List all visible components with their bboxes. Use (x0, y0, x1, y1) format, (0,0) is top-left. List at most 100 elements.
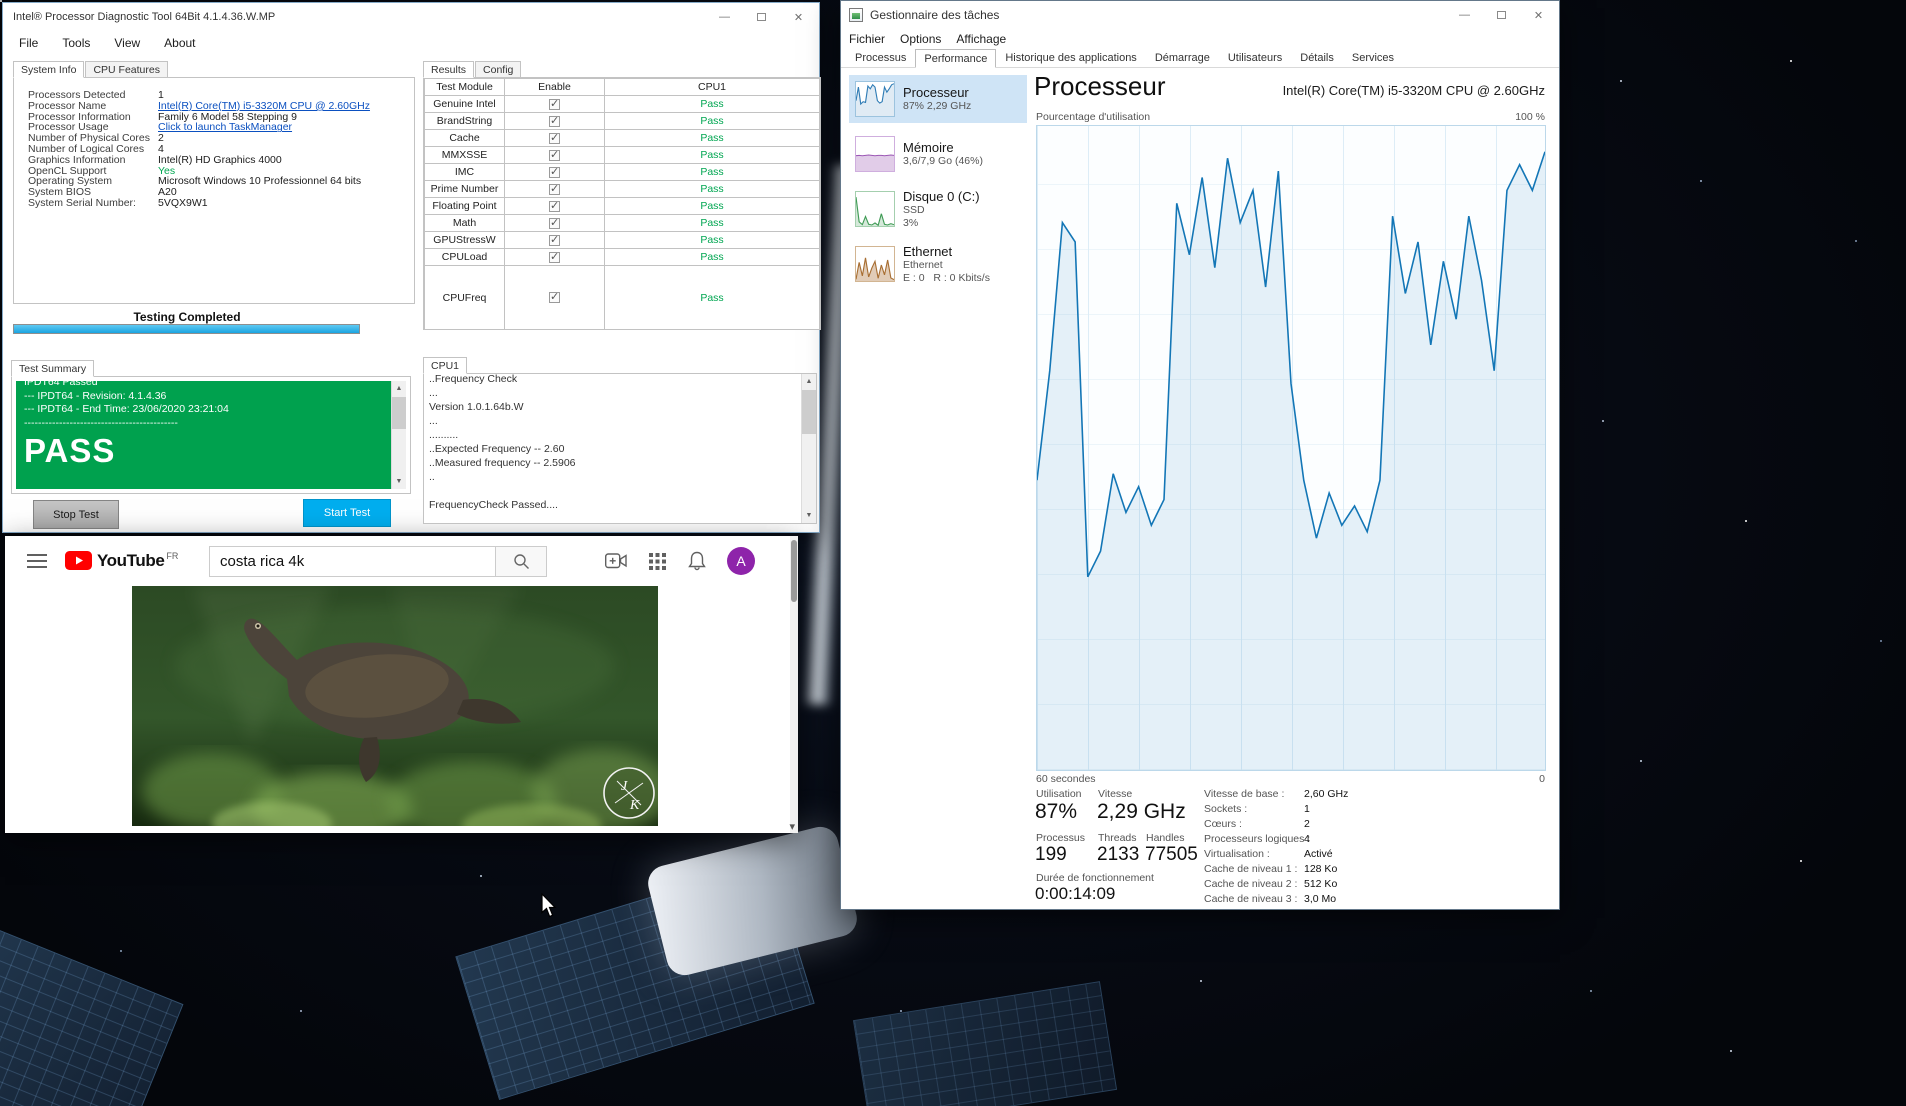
detail-row: Cache de niveau 3 : 3,0 Mo (1204, 893, 1549, 908)
notifications-bell-icon[interactable] (686, 550, 708, 572)
tab-config[interactable]: Config (475, 61, 522, 78)
system-info-value: Intel(R) HD Graphics 4000 (158, 153, 282, 166)
tab-performance[interactable]: Performance (915, 49, 997, 68)
intel-menu-bar: File Tools View About (3, 31, 819, 55)
start-test-button[interactable]: Start Test (303, 499, 391, 527)
task-manager-title-bar[interactable]: Gestionnaire des tâches — ✕ (841, 1, 1559, 29)
scroll-thumb[interactable] (791, 540, 797, 602)
log-line: ... (429, 387, 438, 399)
tab-cpu1[interactable]: CPU1 (423, 357, 468, 374)
enable-checkbox[interactable] (549, 216, 560, 229)
menu-tools[interactable]: Tools (62, 36, 90, 50)
video-player[interactable]: J K (132, 586, 672, 848)
close-button[interactable]: ✕ (780, 3, 817, 31)
result-cell: Pass (604, 265, 820, 330)
intel-title-bar[interactable]: Intel® Processor Diagnostic Tool 64Bit 4… (3, 3, 819, 31)
create-video-icon[interactable] (605, 550, 627, 572)
sidebar-item-disque-0-c[interactable]: Disque 0 (C:) SSD 3% (849, 185, 1027, 233)
tab-test-summary[interactable]: Test Summary (11, 360, 95, 377)
menu-file[interactable]: File (19, 36, 38, 50)
detail-row: Cœurs : 2 (1204, 818, 1549, 833)
minimize-button[interactable]: — (1446, 1, 1483, 29)
tab-d-tails[interactable]: Détails (1291, 48, 1343, 67)
youtube-header: YouTube FR costa rica 4k A (5, 536, 798, 586)
scroll-down-icon[interactable]: ▼ (392, 474, 406, 489)
minimize-button[interactable]: — (706, 3, 743, 31)
menu-about[interactable]: About (164, 36, 195, 50)
search-input[interactable] (209, 546, 495, 577)
mouse-cursor (541, 893, 557, 918)
cpu-details-table: Vitesse de base : 2,60 GHz Sockets : 1 Cœurs… (1204, 788, 1549, 908)
enable-checkbox[interactable] (549, 114, 560, 127)
vitesse-label: Vitesse (1098, 788, 1133, 800)
sidebar-item-m-moire[interactable]: Mémoire 3,6/7,9 Go (46%) (849, 130, 1027, 178)
log-line: .......... (429, 429, 459, 441)
scroll-up-icon[interactable]: ▲ (802, 374, 816, 389)
enable-checkbox[interactable] (549, 233, 560, 246)
underwater-turtle-video-frame: J K (132, 586, 672, 848)
utilisation-value: 87% (1035, 800, 1078, 823)
scroll-down-chevron-icon[interactable]: ▾ (789, 820, 795, 833)
stop-test-button[interactable]: Stop Test (33, 500, 119, 529)
results-tabs: Results Config (423, 60, 821, 78)
hamburger-menu-icon[interactable] (27, 554, 47, 568)
results-row-math: Math Pass (424, 214, 820, 232)
youtube-scrollbar[interactable] (790, 536, 798, 833)
menu-affichage[interactable]: Affichage (956, 32, 1006, 46)
scroll-thumb[interactable] (392, 397, 406, 429)
detail-label: Cache de niveau 3 : (1204, 893, 1298, 905)
satellite-body (644, 823, 861, 979)
menu-fichier[interactable]: Fichier (849, 32, 885, 46)
detail-label: Virtualisation : (1204, 848, 1270, 860)
tab-utilisateurs[interactable]: Utilisateurs (1219, 48, 1291, 67)
enable-checkbox[interactable] (549, 250, 560, 263)
maximize-button[interactable] (743, 3, 780, 31)
tab-d-marrage[interactable]: Démarrage (1146, 48, 1219, 67)
search-button[interactable] (495, 546, 547, 577)
youtube-window: YouTube FR costa rica 4k A J K ▾ (5, 536, 798, 848)
system-info-rows: Processors Detected 1 Processor Name Intel(… (14, 78, 414, 209)
detail-value: Activé (1304, 848, 1333, 860)
enable-checkbox[interactable] (549, 131, 560, 144)
scroll-up-icon[interactable]: ▲ (392, 381, 406, 396)
enable-checkbox[interactable] (549, 290, 560, 304)
menu-view[interactable]: View (114, 36, 140, 50)
close-button[interactable]: ✕ (1520, 1, 1557, 29)
system-info-tabs: System Info CPU Features (13, 60, 415, 78)
enable-checkbox[interactable] (549, 97, 560, 110)
enable-checkbox[interactable] (549, 199, 560, 212)
result-cell: Pass (604, 163, 820, 181)
enable-checkbox[interactable] (549, 182, 560, 195)
tab-system-info[interactable]: System Info (13, 61, 85, 78)
enable-checkbox[interactable] (549, 165, 560, 178)
sidebar-item-processeur[interactable]: Processeur 87% 2,29 GHz (849, 75, 1027, 123)
youtube-logo[interactable]: YouTube FR (65, 551, 178, 570)
threads-value: 2133 (1097, 844, 1140, 865)
result-cell: Pass (604, 214, 820, 232)
sidebar-item-ethernet[interactable]: Ethernet Ethernet E : 0 R : 0 Kbits/s (849, 240, 1027, 288)
scroll-thumb[interactable] (802, 390, 816, 434)
system-info-value[interactable]: Click to launch TaskManager (158, 122, 292, 133)
cpu1-scrollbar[interactable]: ▲ ▼ (801, 374, 816, 523)
account-avatar[interactable]: A (727, 547, 755, 575)
system-info-value[interactable]: Intel(R) Core(TM) i5-3320M CPU @ 2.60GHz (158, 100, 370, 112)
summary-scrollbar[interactable]: ▲ ▼ (391, 381, 406, 489)
results-row-genuine-intel: Genuine Intel Pass (424, 95, 820, 113)
sidebar-item-detail: SSD (903, 203, 925, 216)
sidebar-mini-graph (855, 246, 895, 282)
enable-checkbox[interactable] (549, 148, 560, 161)
tab-services[interactable]: Services (1343, 48, 1403, 67)
log-line: ... (429, 415, 438, 427)
sidebar-item-name: Disque 0 (C:) (903, 188, 980, 204)
scroll-down-icon[interactable]: ▼ (802, 508, 816, 523)
menu-options[interactable]: Options (900, 32, 941, 46)
maximize-button[interactable] (1483, 1, 1520, 29)
tab-processus[interactable]: Processus (846, 48, 915, 67)
tab-cpu-features[interactable]: CPU Features (85, 61, 168, 78)
tab-results[interactable]: Results (423, 61, 475, 78)
sidebar-item-text: Processeur 87% 2,29 GHz (903, 85, 971, 113)
enable-cell (504, 95, 605, 113)
apps-grid-icon[interactable] (646, 550, 668, 572)
tab-historique-des-applications[interactable]: Historique des applications (996, 48, 1145, 67)
